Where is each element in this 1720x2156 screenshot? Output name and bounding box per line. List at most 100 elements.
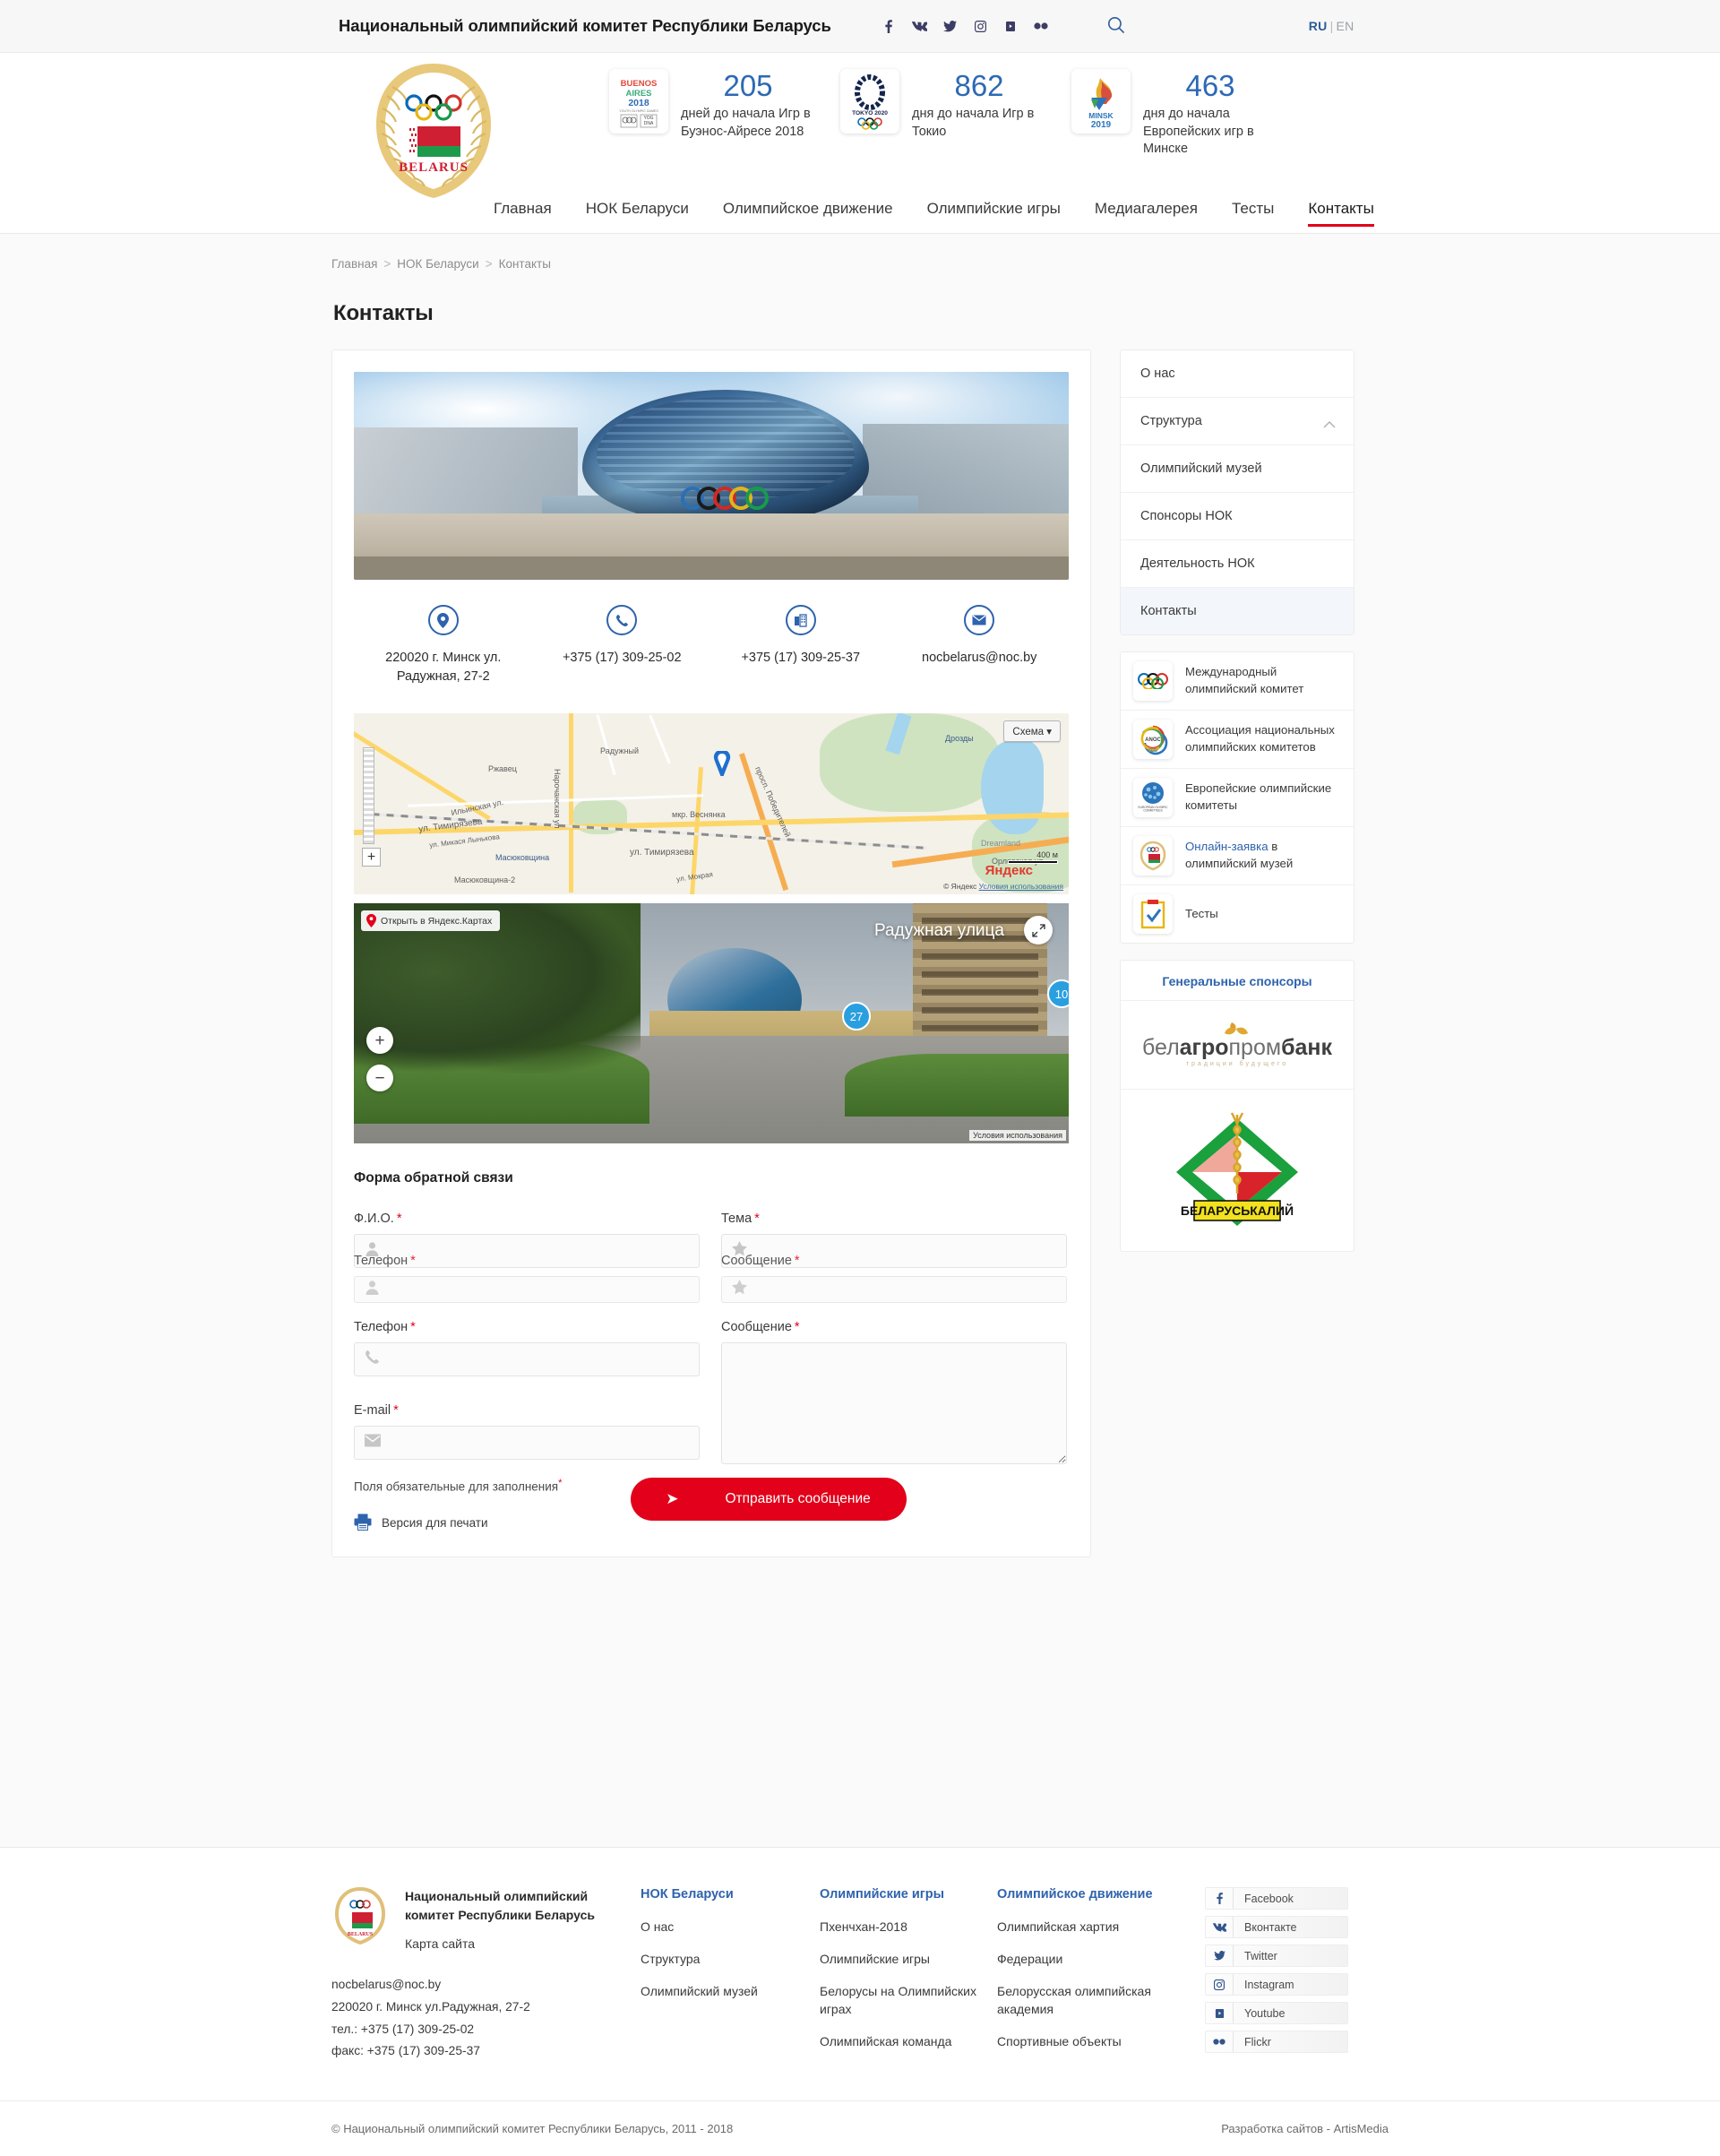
footer-col2-head[interactable]: НОК Беларуси — [641, 1887, 820, 1902]
footer-email[interactable]: nocbelarus@noc.by — [331, 1974, 641, 1996]
footer-social-twitter[interactable]: Twitter — [1205, 1945, 1348, 1967]
map-type-button[interactable]: Схема ▾ — [1003, 720, 1061, 743]
email-input[interactable] — [354, 1426, 700, 1461]
footer-social-vk[interactable]: Вконтакте — [1205, 1916, 1348, 1938]
sidebar-item-olympic-museum[interactable]: Олимпийский музей — [1121, 445, 1354, 493]
location-pin-icon — [427, 605, 459, 635]
yandex-logo: Яндекс — [985, 863, 1033, 879]
link-tests[interactable]: Тесты — [1121, 885, 1354, 943]
footer-social-youtube[interactable]: Youtube — [1205, 2002, 1348, 2024]
submit-button[interactable]: ➤ Отправить сообщение — [630, 1478, 907, 1522]
panorama-terms-link[interactable]: Условия использования — [969, 1130, 1066, 1142]
link-museum-application[interactable]: Онлайн-заявка в олимпийский музей — [1121, 827, 1354, 885]
nav-item-glavnaya[interactable]: Главная — [477, 200, 569, 234]
email-label: E-mail * — [354, 1403, 399, 1419]
print-version-link[interactable]: Версия для печати — [354, 1514, 563, 1533]
required-marker: * — [410, 1320, 416, 1335]
contacts-strip: 220020 г. Минск ул. Радужная, 27-2 +375 … — [354, 605, 1069, 694]
expand-icon[interactable] — [1024, 916, 1053, 945]
panorama-zoom-in-button[interactable]: + — [366, 1027, 393, 1055]
sidebar-item-struktura[interactable]: Структура — [1121, 398, 1354, 445]
language-switcher[interactable]: RU | EN — [1309, 19, 1354, 33]
counter-buenos-aires[interactable]: BUENOS AIRES 2018 YOUTH OLYMPIC GAMES YO… — [609, 69, 815, 141]
sidebar-item-activity[interactable]: Деятельность НОК — [1121, 540, 1354, 588]
footer-link-federations[interactable]: Федерации — [997, 1951, 1185, 1969]
chevron-up-icon[interactable] — [1323, 417, 1336, 433]
lang-en[interactable]: EN — [1337, 19, 1354, 33]
footer-link-charter[interactable]: Олимпийская хартия — [997, 1919, 1185, 1936]
footer-social-facebook[interactable]: Facebook — [1205, 1887, 1348, 1910]
breadcrumb-item-1[interactable]: НОК Беларуси — [397, 257, 478, 271]
instagram-icon — [1206, 1974, 1234, 1995]
breadcrumb-item-2[interactable]: Контакты — [499, 257, 551, 271]
link-anoc[interactable]: ANOC Ассоциация национальных олимпийских… — [1121, 711, 1354, 769]
panorama-zoom-controls[interactable]: + − — [366, 1027, 393, 1102]
map-zoom-in-button[interactable]: + — [362, 848, 381, 867]
link-ioc[interactable]: Международный олимпийский комитет — [1121, 652, 1354, 711]
footer-social-instagram[interactable]: Instagram — [1205, 1973, 1348, 1996]
footer-link-o-nas[interactable]: О нас — [641, 1919, 820, 1936]
developer-link[interactable]: Разработка сайтов - ArtisMedia — [1221, 2122, 1389, 2135]
footer-link-museum[interactable]: Олимпийский музей — [641, 1983, 820, 2001]
svg-text:2018: 2018 — [628, 98, 649, 108]
footer-col4-head[interactable]: Олимпийское движение — [997, 1887, 1185, 1902]
facebook-icon[interactable] — [882, 19, 897, 34]
phone-icon — [606, 605, 638, 635]
nav-item-tests[interactable]: Тесты — [1215, 200, 1291, 234]
vk-icon[interactable] — [911, 19, 927, 34]
link-eoc-label: Европейские олимпийские комитеты — [1185, 781, 1332, 812]
open-in-yandex-maps-button[interactable]: Открыть в Яндекс.Картах — [361, 910, 501, 932]
search-icon[interactable] — [1107, 16, 1127, 36]
map-label: Масюковщина-2 — [454, 875, 516, 885]
footer-link-academy[interactable]: Белорусская олимпийская академия — [997, 1983, 1185, 2019]
youtube-icon — [1206, 2003, 1234, 2023]
svg-text:MINSK: MINSK — [1088, 111, 1114, 120]
phone-input[interactable] — [354, 1342, 700, 1377]
footer-link-pyeongchang[interactable]: Пхенчхан-2018 — [820, 1919, 997, 1936]
fio-input[interactable] — [354, 1234, 700, 1269]
sponsor-belaruskali[interactable]: БЕЛАРУСЬКАЛИЙ — [1121, 1090, 1354, 1251]
panorama-marker-27[interactable]: 27 — [842, 1002, 871, 1031]
twitter-icon[interactable] — [942, 19, 958, 34]
map-terms-link[interactable]: Условия использования — [979, 882, 1063, 891]
breadcrumb-item-0[interactable]: Главная — [331, 257, 377, 271]
footer-col3-head[interactable]: Олимпийские игры — [820, 1887, 997, 1902]
footer-social-flickr[interactable]: Flickr — [1205, 2031, 1348, 2053]
sponsor-belagroprombank[interactable]: белагропромбанк традиции будущего — [1121, 1001, 1354, 1090]
flickr-icon[interactable] — [1034, 19, 1049, 34]
nav-item-nok-belarusi[interactable]: НОК Беларуси — [569, 200, 706, 234]
noc-belarus-logo[interactable]: BELARUS — [358, 60, 509, 199]
nav-item-media-gallery[interactable]: Медиагалерея — [1078, 200, 1215, 234]
printer-icon — [354, 1514, 372, 1533]
lang-ru[interactable]: RU — [1309, 19, 1328, 33]
theme-input[interactable] — [721, 1234, 1067, 1269]
youtube-icon[interactable] — [1003, 19, 1019, 34]
sidebar-item-o-nas[interactable]: О нас — [1121, 350, 1354, 398]
yandex-panorama[interactable]: Открыть в Яндекс.Картах Радужная улица 2… — [354, 903, 1069, 1144]
sidebar-item-contacts[interactable]: Контакты — [1121, 588, 1354, 634]
footer-link-sport-objects[interactable]: Спортивные объекты — [997, 2033, 1185, 2051]
sidebar-item-sponsors[interactable]: Спонсоры НОК — [1121, 493, 1354, 540]
site-footer: BELARUS Национальный олимпийский комитет… — [0, 1847, 1720, 2156]
footer-link-olympic-team[interactable]: Олимпийская команда — [820, 2033, 997, 2051]
nav-item-olympic-movement[interactable]: Олимпийское движение — [706, 200, 910, 234]
link-eoc[interactable]: EUROPEAN OLYMPIC COMMITTEES Европейские … — [1121, 769, 1354, 827]
map-label: Dreamland — [981, 839, 1021, 849]
theme-label: Тема * — [721, 1212, 760, 1227]
chevron-down-icon: ▾ — [1046, 727, 1052, 738]
footer-link-belarusians[interactable]: Белорусы на Олимпийских играх — [820, 1983, 997, 2019]
counter-tokyo[interactable]: TOKYO 2020 862 дня до начала Игр в Токио — [840, 69, 1046, 141]
footer-link-struktura[interactable]: Структура — [641, 1951, 820, 1969]
panorama-marker-10[interactable]: 10 — [1047, 979, 1069, 1009]
nav-item-olympic-games[interactable]: Олимпийские игры — [910, 200, 1078, 234]
counter-minsk[interactable]: MINSK 2019 463 дня до начала Европейских… — [1071, 69, 1277, 159]
instagram-icon[interactable] — [973, 19, 988, 34]
yandex-map[interactable]: Дрозды Радужный Ржавец просп. Победителе… — [354, 713, 1069, 895]
message-textarea[interactable] — [721, 1342, 1067, 1465]
footer-link-olympic-games[interactable]: Олимпийские игры — [820, 1951, 997, 1969]
required-fields-note: Поля обязательные для заполнения* — [354, 1478, 563, 1494]
footer-sitemap-link[interactable]: Карта сайта — [405, 1936, 641, 1951]
panorama-zoom-out-button[interactable]: − — [366, 1065, 393, 1092]
nav-item-contacts[interactable]: Контакты — [1291, 200, 1390, 234]
map-zoom-slider[interactable]: + — [362, 747, 381, 867]
